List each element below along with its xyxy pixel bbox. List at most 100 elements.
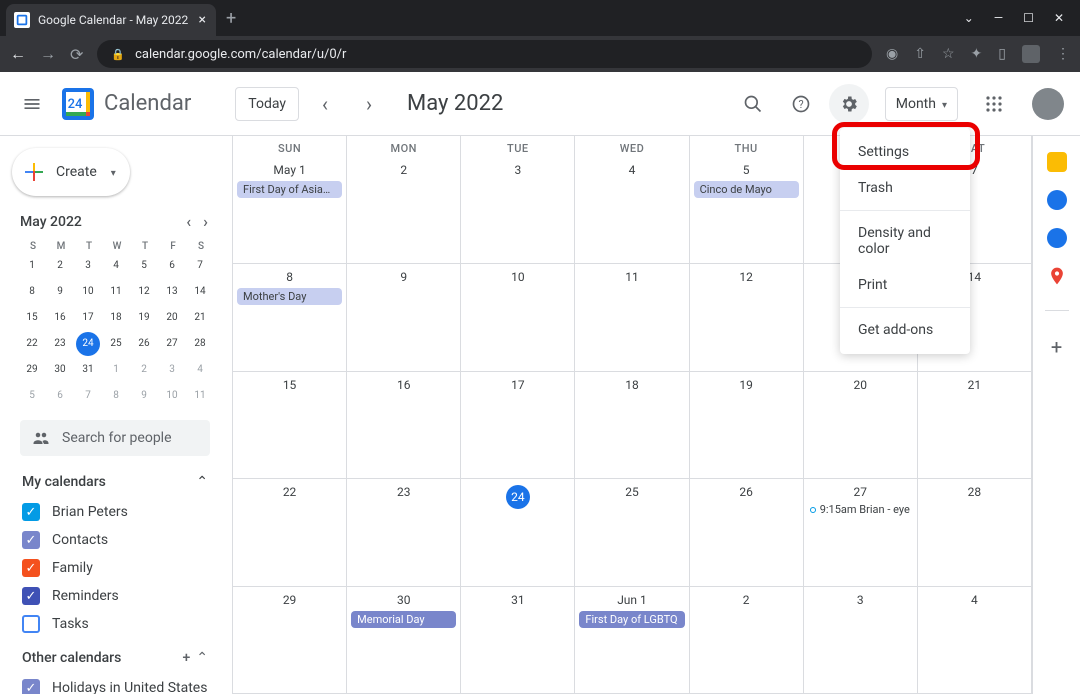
day-cell[interactable]: 3 <box>804 587 918 694</box>
mini-day[interactable]: 15 <box>20 306 44 330</box>
day-cell[interactable]: 31 <box>461 587 575 694</box>
event-chip[interactable]: Cinco de Mayo <box>694 181 799 198</box>
forward-button[interactable]: → <box>40 44 56 64</box>
day-cell[interactable]: 28 <box>918 479 1032 586</box>
calendar-item[interactable]: ✓Brian Peters <box>22 498 216 526</box>
calendar-checkbox[interactable]: ✓ <box>22 559 40 577</box>
event-chip[interactable]: Memorial Day <box>351 611 456 628</box>
mini-day[interactable]: 6 <box>160 254 184 278</box>
day-cell[interactable]: 9 <box>347 264 461 371</box>
calendar-checkbox[interactable]: ✓ <box>22 587 40 605</box>
day-cell[interactable]: 15 <box>233 372 347 479</box>
profile-chip[interactable] <box>1022 45 1040 63</box>
main-menu-button[interactable] <box>12 84 52 124</box>
share-icon[interactable]: ⇧ <box>914 46 926 62</box>
search-people-input[interactable]: Search for people <box>20 420 210 456</box>
create-button[interactable]: Create <box>12 148 130 196</box>
mini-day[interactable]: 11 <box>104 280 128 304</box>
mini-day[interactable]: 2 <box>132 358 156 382</box>
contacts-icon[interactable] <box>1047 228 1067 248</box>
mini-day[interactable]: 6 <box>48 384 72 408</box>
view-switcher[interactable]: Month <box>885 87 958 121</box>
mini-day[interactable]: 1 <box>104 358 128 382</box>
day-cell[interactable]: 2 <box>347 157 461 264</box>
mini-day[interactable]: 5 <box>20 384 44 408</box>
mini-day[interactable]: 14 <box>188 280 212 304</box>
mini-day[interactable]: 18 <box>104 306 128 330</box>
tasks-icon[interactable] <box>1047 190 1067 210</box>
mini-day[interactable]: 24 <box>76 332 100 356</box>
mini-day[interactable]: 28 <box>188 332 212 356</box>
mini-day[interactable]: 20 <box>160 306 184 330</box>
tab-close-icon[interactable]: × <box>199 12 206 28</box>
extensions-icon[interactable]: ✦ <box>971 46 983 62</box>
maps-icon[interactable] <box>1047 266 1067 286</box>
event-chip[interactable]: First Day of Asian P <box>237 181 342 198</box>
mini-day[interactable]: 19 <box>132 306 156 330</box>
bookmark-icon[interactable]: ☆ <box>942 46 955 62</box>
day-cell[interactable]: 5Cinco de Mayo <box>690 157 804 264</box>
mini-day[interactable]: 10 <box>160 384 184 408</box>
mini-day[interactable]: 4 <box>104 254 128 278</box>
add-calendar-button[interactable]: + <box>182 650 190 666</box>
mini-day[interactable]: 17 <box>76 306 100 330</box>
calendar-item[interactable]: Tasks <box>22 610 216 638</box>
mini-day[interactable]: 30 <box>48 358 72 382</box>
settings-menu-item[interactable]: Print <box>840 267 970 303</box>
calendar-checkbox[interactable]: ✓ <box>22 503 40 521</box>
calendar-checkbox[interactable] <box>22 615 40 633</box>
day-cell[interactable]: 12 <box>690 264 804 371</box>
day-cell[interactable]: 19 <box>690 372 804 479</box>
day-cell[interactable]: 10 <box>461 264 575 371</box>
mini-day[interactable]: 31 <box>76 358 100 382</box>
close-window-button[interactable]: ✕ <box>1054 11 1064 25</box>
mini-day[interactable]: 29 <box>20 358 44 382</box>
mini-day[interactable]: 13 <box>160 280 184 304</box>
day-cell[interactable]: 30Memorial Day <box>347 587 461 694</box>
event-item[interactable]: 9:15am Brian - eye <box>808 503 913 516</box>
prev-period-button[interactable]: ‹ <box>307 86 343 122</box>
day-cell[interactable]: 18 <box>575 372 689 479</box>
mini-day[interactable]: 2 <box>48 254 72 278</box>
other-calendars-header[interactable]: Other calendars + ⌃ <box>8 644 216 672</box>
browser-tab[interactable]: Google Calendar - May 2022 × <box>6 4 216 36</box>
account-avatar[interactable] <box>1032 88 1064 120</box>
settings-button[interactable] <box>829 84 869 124</box>
mini-day[interactable]: 8 <box>20 280 44 304</box>
mini-day[interactable]: 9 <box>48 280 72 304</box>
mini-day[interactable]: 26 <box>132 332 156 356</box>
mini-day[interactable]: 7 <box>76 384 100 408</box>
today-button[interactable]: Today <box>235 87 299 121</box>
google-apps-button[interactable] <box>974 84 1014 124</box>
day-cell[interactable]: 4 <box>575 157 689 264</box>
day-cell[interactable]: 20 <box>804 372 918 479</box>
day-cell[interactable]: 22 <box>233 479 347 586</box>
keep-icon[interactable] <box>1047 152 1067 172</box>
mini-day[interactable]: 8 <box>104 384 128 408</box>
mini-day[interactable]: 9 <box>132 384 156 408</box>
mini-day[interactable]: 1 <box>20 254 44 278</box>
mini-day[interactable]: 12 <box>132 280 156 304</box>
settings-menu-item[interactable]: Density and color <box>840 215 970 267</box>
browser-menu-icon[interactable]: ⋮ <box>1056 46 1070 62</box>
mini-day[interactable]: 7 <box>188 254 212 278</box>
calendar-checkbox[interactable]: ✓ <box>22 679 40 694</box>
mini-next-button[interactable]: › <box>199 210 212 233</box>
mini-day[interactable]: 10 <box>76 280 100 304</box>
mini-day[interactable]: 25 <box>104 332 128 356</box>
minimize-button[interactable]: ― <box>994 11 1003 25</box>
day-cell[interactable]: 4 <box>918 587 1032 694</box>
mini-day[interactable]: 5 <box>132 254 156 278</box>
day-cell[interactable]: 23 <box>347 479 461 586</box>
calendar-item[interactable]: ✓Contacts <box>22 526 216 554</box>
event-chip[interactable]: First Day of LGBTQ <box>579 611 684 628</box>
day-cell[interactable]: 24 <box>461 479 575 586</box>
eye-icon[interactable]: ◉ <box>886 46 898 62</box>
my-calendars-header[interactable]: My calendars ⌃ <box>8 468 216 496</box>
day-cell[interactable]: 11 <box>575 264 689 371</box>
calendar-item[interactable]: ✓Reminders <box>22 582 216 610</box>
settings-menu-item[interactable]: Settings <box>840 134 970 170</box>
mini-day[interactable]: 4 <box>188 358 212 382</box>
new-tab-button[interactable]: + <box>226 8 236 29</box>
calendar-item[interactable]: ✓Family <box>22 554 216 582</box>
